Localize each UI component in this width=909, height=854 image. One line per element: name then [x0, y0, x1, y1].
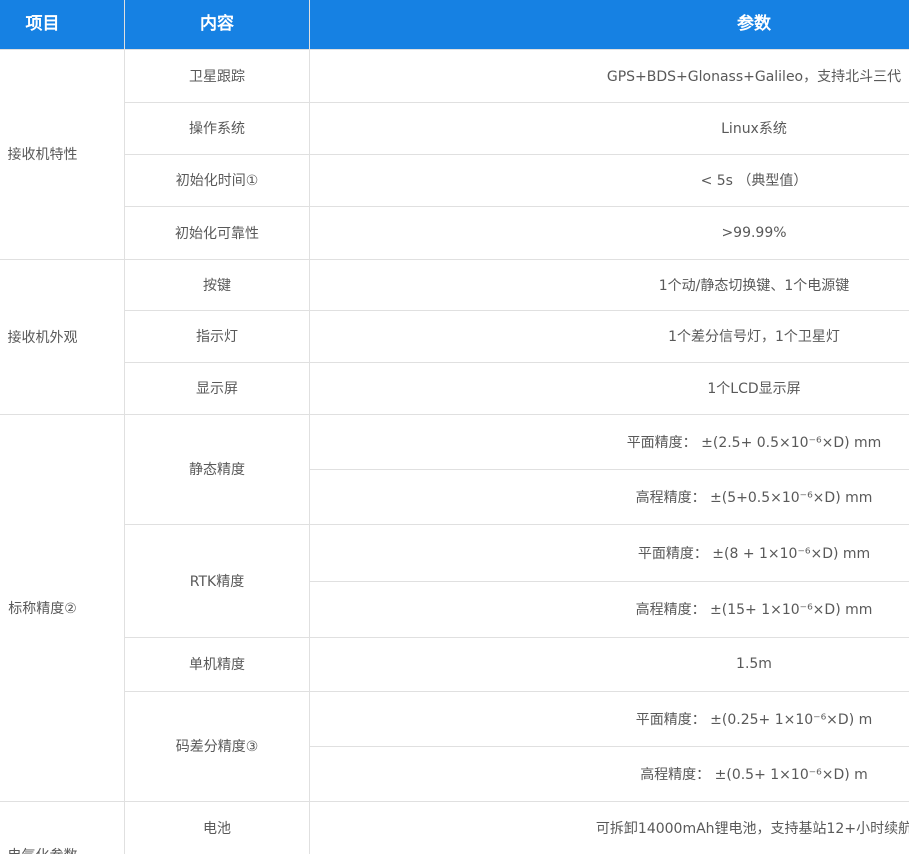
table-row: 指示灯 1个差分信号灯，1个卫星灯: [0, 310, 909, 362]
param-cell: 1个差分信号灯，1个卫星灯: [310, 310, 909, 362]
content-cell: 单机精度: [125, 637, 310, 691]
param-cell: GPS+BDS+Glonass+Galileo，支持北斗三代: [310, 49, 909, 102]
group-cell-electrical-params: 电气化参数: [0, 801, 125, 854]
param-cell: 1个LCD显示屏: [310, 362, 909, 414]
group-cell-receiver-appearance: 接收机外观: [0, 259, 125, 414]
param-cell: 高程精度： ±(5+0.5×10⁻⁶×D) mm: [310, 469, 909, 524]
content-cell: 卫星跟踪: [125, 49, 310, 102]
header-cell-item: 项目: [0, 0, 125, 49]
table-row: 接收机特性 卫星跟踪 GPS+BDS+Glonass+Galileo，支持北斗三…: [0, 49, 909, 102]
param-cell: 1个动/静态切换键、1个电源键: [310, 259, 909, 310]
table-row: 接收机外观 按键 1个动/静态切换键、1个电源键: [0, 259, 909, 310]
param-cell: >99.99%: [310, 206, 909, 259]
param-cell: 高程精度： ±(0.5+ 1×10⁻⁶×D) m: [310, 746, 909, 801]
content-cell: 显示屏: [125, 362, 310, 414]
param-cell: 可拆卸14000mAh锂电池，支持基站12+小时续航: [310, 801, 909, 854]
param-cell: 平面精度： ±(0.25+ 1×10⁻⁶×D) m: [310, 691, 909, 746]
content-cell: 操作系统: [125, 102, 310, 154]
content-cell: 静态精度: [125, 414, 310, 524]
param-cell: 平面精度： ±(8 + 1×10⁻⁶×D) mm: [310, 524, 909, 581]
param-cell: Linux系统: [310, 102, 909, 154]
table-row: 操作系统 Linux系统: [0, 102, 909, 154]
param-cell: 高程精度： ±(15+ 1×10⁻⁶×D) mm: [310, 581, 909, 637]
header-cell-param: 参数: [310, 0, 909, 49]
group-cell-nominal-accuracy: 标称精度②: [0, 414, 125, 801]
table-row: 电气化参数 电池 可拆卸14000mAh锂电池，支持基站12+小时续航: [0, 801, 909, 854]
spec-table: 项目 内容 参数 接收机特性 卫星跟踪 GPS+BDS+Glonass+Gali…: [0, 0, 909, 854]
header-cell-content: 内容: [125, 0, 310, 49]
content-cell: 按键: [125, 259, 310, 310]
param-cell: 1.5m: [310, 637, 909, 691]
content-cell: 初始化可靠性: [125, 206, 310, 259]
header-row: 项目 内容 参数: [0, 0, 909, 49]
table-row: 初始化可靠性 >99.99%: [0, 206, 909, 259]
table-row: 单机精度 1.5m: [0, 637, 909, 691]
table-row: 码差分精度③ 平面精度： ±(0.25+ 1×10⁻⁶×D) m: [0, 691, 909, 746]
content-cell: RTK精度: [125, 524, 310, 637]
table-row: 显示屏 1个LCD显示屏: [0, 362, 909, 414]
table-row: 初始化时间① < 5s （典型值）: [0, 154, 909, 206]
content-cell: 指示灯: [125, 310, 310, 362]
group-cell-receiver-features: 接收机特性: [0, 49, 125, 259]
content-cell: 电池: [125, 801, 310, 854]
param-cell: 平面精度： ±(2.5+ 0.5×10⁻⁶×D) mm: [310, 414, 909, 469]
table-row: RTK精度 平面精度： ±(8 + 1×10⁻⁶×D) mm: [0, 524, 909, 581]
content-cell: 初始化时间①: [125, 154, 310, 206]
param-cell: < 5s （典型值）: [310, 154, 909, 206]
spec-table-viewport: 项目 内容 参数 接收机特性 卫星跟踪 GPS+BDS+Glonass+Gali…: [0, 0, 909, 854]
content-cell: 码差分精度③: [125, 691, 310, 801]
table-row: 标称精度② 静态精度 平面精度： ±(2.5+ 0.5×10⁻⁶×D) mm: [0, 414, 909, 469]
